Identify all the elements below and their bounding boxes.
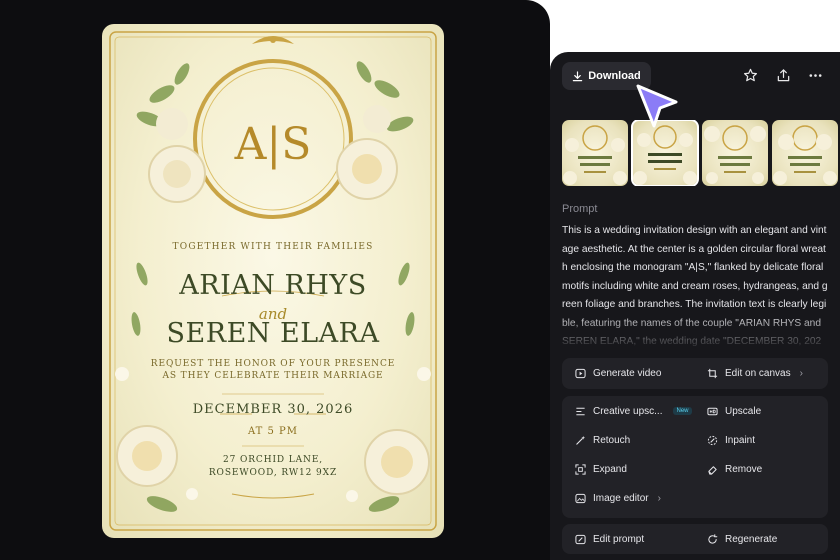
remove-button[interactable]: Remove bbox=[706, 459, 762, 479]
regenerate-label: Regenerate bbox=[725, 533, 778, 545]
name-1: ARIAN RHYS bbox=[179, 270, 367, 301]
side-panel: Download Prompt This is a wedding invita… bbox=[550, 52, 840, 560]
video-icon bbox=[574, 367, 586, 379]
creative-upscale-icon bbox=[574, 405, 586, 417]
new-badge: New bbox=[673, 407, 692, 415]
image-editor-button[interactable]: Image editor › bbox=[574, 488, 661, 508]
remove-label: Remove bbox=[725, 463, 763, 475]
upscale-label: Upscale bbox=[725, 405, 762, 417]
request-line-2: AS THEY CELEBRATE THEIR MARRIAGE bbox=[162, 371, 384, 381]
wedding-date: DECEMBER 30, 2026 bbox=[192, 402, 354, 417]
more-button[interactable] bbox=[804, 64, 826, 86]
refresh-icon bbox=[706, 533, 718, 545]
share-icon bbox=[777, 68, 789, 81]
chevron-right-icon: › bbox=[657, 492, 661, 504]
upscale-button[interactable]: Upscale bbox=[706, 401, 761, 421]
image-editor-icon bbox=[574, 492, 586, 504]
pointer-cursor-icon bbox=[636, 84, 678, 128]
actions-group-1: Generate video Edit on canvas › bbox=[562, 358, 828, 389]
edit-icon bbox=[574, 533, 586, 545]
edit-on-canvas-button[interactable]: Edit on canvas › bbox=[706, 363, 803, 383]
expand-label: Expand bbox=[593, 463, 627, 475]
retouch-label: Retouch bbox=[593, 434, 631, 446]
more-icon bbox=[809, 73, 821, 77]
address-line-2: ROSEWOOD, RW12 9XZ bbox=[208, 468, 338, 478]
chevron-right-icon: › bbox=[799, 367, 803, 379]
favorite-button[interactable] bbox=[739, 64, 761, 86]
magic-wand-icon bbox=[574, 434, 586, 446]
regenerate-button[interactable]: Regenerate bbox=[706, 529, 777, 549]
eraser-icon bbox=[706, 463, 718, 475]
download-icon bbox=[572, 70, 583, 81]
edit-prompt-label: Edit prompt bbox=[593, 533, 645, 545]
thumbnail-4[interactable] bbox=[772, 120, 838, 186]
retouch-button[interactable]: Retouch bbox=[574, 430, 630, 450]
thumbnail-3[interactable] bbox=[702, 120, 768, 186]
creative-upscale-button[interactable]: Creative upsc... New bbox=[574, 401, 692, 421]
actions-group-2: Creative upsc... New Upscale Retouch Inp… bbox=[562, 396, 828, 518]
share-button[interactable] bbox=[772, 64, 794, 86]
prompt-label: Prompt bbox=[562, 203, 598, 215]
expand-button[interactable]: Expand bbox=[574, 459, 627, 479]
generate-video-button[interactable]: Generate video bbox=[574, 363, 661, 383]
star-icon bbox=[743, 68, 757, 81]
request-line-1: REQUEST THE HONOR OF YOUR PRESENCE bbox=[150, 359, 396, 369]
generate-video-label: Generate video bbox=[593, 367, 662, 379]
actions-group-3: Edit prompt Regenerate bbox=[562, 524, 828, 554]
thumbnail-strip bbox=[562, 120, 840, 186]
inpaint-label: Inpaint bbox=[725, 434, 756, 446]
invitation-image[interactable]: A|S TOGETHER WITH THEIR FAMILIES ARIAN R… bbox=[102, 24, 444, 538]
wedding-time: AT 5 PM bbox=[247, 426, 299, 437]
together-line: TOGETHER WITH THEIR FAMILIES bbox=[172, 242, 374, 252]
expand-icon bbox=[574, 463, 586, 475]
monogram: A|S bbox=[234, 119, 312, 170]
inpaint-icon bbox=[706, 434, 718, 446]
edit-prompt-button[interactable]: Edit prompt bbox=[574, 529, 644, 549]
inpaint-button[interactable]: Inpaint bbox=[706, 430, 755, 450]
thumbnail-1[interactable] bbox=[562, 120, 628, 186]
address-line-1: 27 ORCHID LANE, bbox=[222, 455, 324, 465]
edit-on-canvas-label: Edit on canvas bbox=[725, 367, 791, 379]
download-label: Download bbox=[588, 70, 641, 82]
name-2: SEREN ELARA bbox=[166, 318, 380, 349]
prompt-fade bbox=[562, 312, 830, 348]
image-editor-label: Image editor bbox=[593, 492, 649, 504]
hd-icon bbox=[706, 405, 718, 417]
creative-upscale-label: Creative upsc... bbox=[593, 405, 663, 417]
crop-icon bbox=[706, 367, 718, 379]
